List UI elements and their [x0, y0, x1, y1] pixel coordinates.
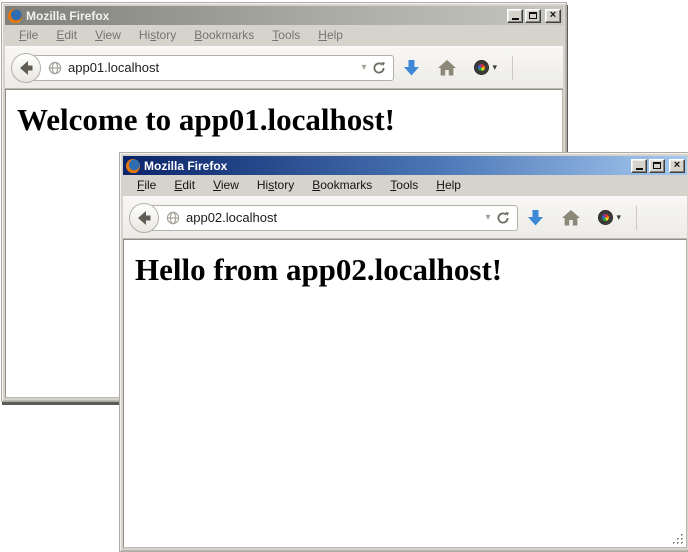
menu-view[interactable]: View [86, 26, 130, 45]
navigation-toolbar: app01.localhost ▾ ▾ [5, 46, 563, 89]
menu-history[interactable]: History [248, 176, 303, 195]
download-button[interactable] [527, 209, 544, 227]
firefox-logo-icon [126, 159, 140, 173]
menu-edit[interactable]: Edit [165, 176, 204, 195]
close-icon: × [674, 160, 680, 171]
toolbar-separator [512, 56, 513, 80]
chevron-down-icon: ▾ [492, 63, 497, 72]
menu-bookmarks[interactable]: Bookmarks [303, 176, 381, 195]
page-heading: Hello from app02.localhost! [135, 252, 686, 288]
url-bar[interactable]: app02.localhost ▾ [143, 205, 518, 231]
color-wheel-icon [598, 210, 613, 225]
url-bar[interactable]: app01.localhost ▾ [25, 55, 394, 81]
maximize-button[interactable] [649, 159, 665, 173]
menu-help[interactable]: Help [427, 176, 470, 195]
window-controls: × [507, 9, 561, 23]
window-title: Mozilla Firefox [144, 159, 627, 173]
menu-bar: File Edit View History Bookmarks Tools H… [5, 25, 563, 46]
menu-history[interactable]: History [130, 26, 185, 45]
resize-grip-icon[interactable] [671, 532, 684, 545]
navigation-toolbar: app02.localhost ▾ ▾ [123, 196, 687, 239]
url-dropdown-icon[interactable]: ▾ [361, 63, 366, 73]
page-content-app02: Hello from app02.localhost! [123, 239, 687, 548]
menu-edit[interactable]: Edit [47, 26, 86, 45]
close-button[interactable]: × [669, 159, 685, 173]
appmenu-extension-button[interactable]: ▾ [474, 60, 497, 75]
url-input[interactable]: app01.localhost [68, 60, 355, 75]
reload-button[interactable] [372, 61, 386, 75]
reload-icon [372, 61, 386, 75]
menu-bar: File Edit View History Bookmarks Tools H… [123, 175, 687, 196]
firefox-logo-icon [8, 9, 22, 23]
chevron-down-icon: ▾ [616, 213, 621, 222]
back-button[interactable] [11, 53, 41, 83]
minimize-button[interactable] [631, 159, 647, 173]
titlebar[interactable]: Mozilla Firefox × [5, 6, 563, 25]
url-dropdown-icon[interactable]: ▾ [485, 213, 490, 223]
home-icon [438, 60, 456, 76]
menu-help[interactable]: Help [309, 26, 352, 45]
menu-view[interactable]: View [204, 176, 248, 195]
menu-file[interactable]: File [128, 176, 165, 195]
toolbar-separator [636, 206, 637, 230]
minimize-icon [636, 168, 643, 170]
minimize-button[interactable] [507, 9, 523, 23]
globe-icon [166, 211, 180, 225]
close-icon: × [550, 10, 556, 21]
reload-button[interactable] [496, 211, 510, 225]
menu-panel-button[interactable] [652, 210, 670, 225]
menu-tools[interactable]: Tools [263, 26, 309, 45]
appmenu-extension-button[interactable]: ▾ [598, 210, 621, 225]
window-controls: × [631, 159, 685, 173]
download-arrow-icon [403, 59, 420, 77]
back-arrow-icon [16, 58, 36, 78]
menu-panel-button[interactable] [528, 60, 546, 75]
maximize-icon [529, 12, 537, 19]
page-heading: Welcome to app01.localhost! [17, 102, 562, 138]
titlebar[interactable]: Mozilla Firefox × [123, 156, 687, 175]
home-icon [562, 210, 580, 226]
download-button[interactable] [403, 59, 420, 77]
minimize-icon [512, 18, 519, 20]
download-arrow-icon [527, 209, 544, 227]
close-button[interactable]: × [545, 9, 561, 23]
maximize-icon [653, 162, 661, 169]
url-input[interactable]: app02.localhost [186, 210, 479, 225]
window-title: Mozilla Firefox [26, 9, 503, 23]
globe-icon [48, 61, 62, 75]
back-button[interactable] [129, 203, 159, 233]
color-wheel-icon [474, 60, 489, 75]
home-button[interactable] [562, 210, 580, 226]
reload-icon [496, 211, 510, 225]
maximize-button[interactable] [525, 9, 541, 23]
home-button[interactable] [438, 60, 456, 76]
menu-file[interactable]: File [10, 26, 47, 45]
browser-window-app02[interactable]: Mozilla Firefox × File Edit View History… [119, 152, 688, 552]
menu-bookmarks[interactable]: Bookmarks [185, 26, 263, 45]
back-arrow-icon [134, 208, 154, 228]
menu-tools[interactable]: Tools [381, 176, 427, 195]
